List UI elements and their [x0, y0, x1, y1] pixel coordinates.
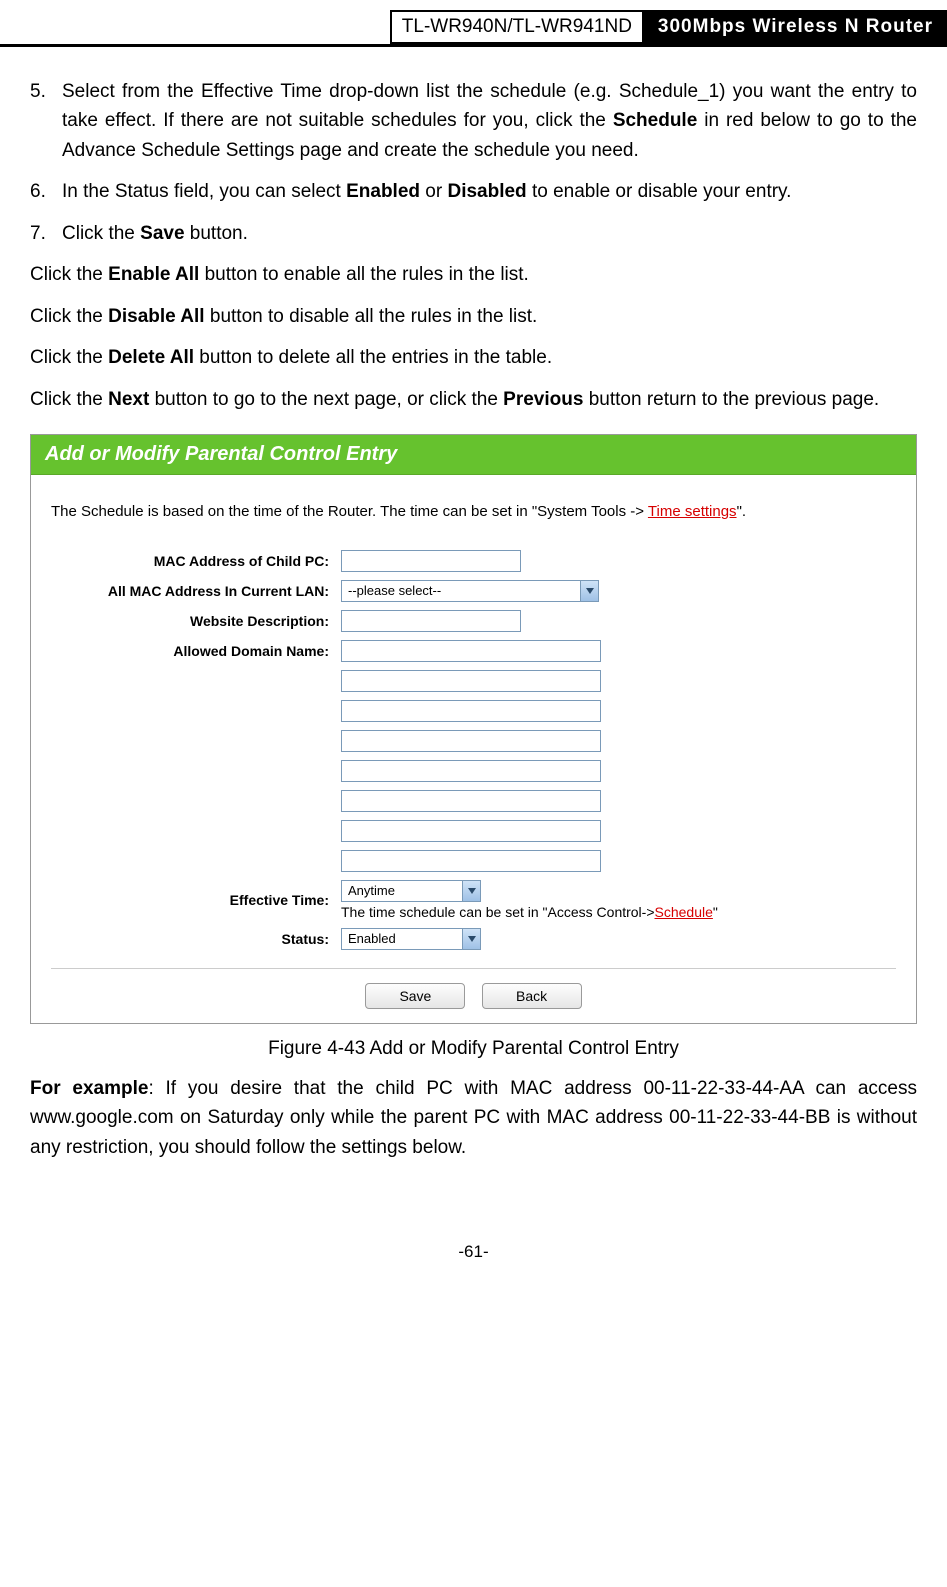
row-web-desc: Website Description: — [51, 610, 896, 632]
para-disable-all: Click the Disable All button to disable … — [30, 302, 917, 331]
bold: Save — [140, 223, 184, 244]
text: : If you desire that the child PC with M… — [30, 1078, 917, 1158]
input-allowed-8[interactable] — [341, 850, 601, 872]
row-allowed-7 — [51, 820, 896, 842]
figure-inner: The Schedule is based on the time of the… — [31, 475, 916, 1023]
text: button to delete all the entries in the … — [194, 347, 552, 368]
row-allowed-4 — [51, 730, 896, 752]
text: " — [713, 904, 718, 920]
title-box: 300Mbps Wireless N Router — [644, 10, 947, 44]
text: Click the — [30, 264, 108, 285]
text: Click the — [30, 389, 108, 410]
example-para: For example: If you desire that the chil… — [30, 1074, 917, 1162]
text: ". — [737, 503, 747, 520]
label-status: Status: — [51, 931, 341, 947]
bold: For example — [30, 1078, 148, 1099]
row-allowed-5 — [51, 760, 896, 782]
input-mac-child[interactable] — [341, 550, 521, 572]
text: The time schedule can be set in "Access … — [341, 904, 655, 920]
effective-time-hint: The time schedule can be set in "Access … — [341, 904, 718, 920]
step-body: Select from the Effective Time drop-down… — [62, 77, 917, 165]
bold: Disabled — [447, 181, 526, 202]
figure-screenshot: Add or Modify Parental Control Entry The… — [30, 434, 917, 1024]
text: The Schedule is based on the time of the… — [51, 503, 648, 520]
label-web-desc: Website Description: — [51, 613, 341, 629]
label-allowed: Allowed Domain Name: — [51, 643, 341, 659]
step-number: 7. — [30, 219, 62, 248]
bold: Next — [108, 389, 149, 410]
row-all-mac: All MAC Address In Current LAN: --please… — [51, 580, 896, 602]
input-web-desc[interactable] — [341, 610, 521, 632]
figure-caption: Figure 4-43 Add or Modify Parental Contr… — [0, 1038, 947, 1060]
chevron-down-icon — [462, 881, 480, 901]
page-number: -61- — [0, 1242, 947, 1282]
bold: Enable All — [108, 264, 199, 285]
model-box: TL-WR940N/TL-WR941ND — [390, 10, 644, 44]
label-eff-time: Effective Time: — [51, 892, 341, 908]
text: button to go to the next page, or click … — [149, 389, 503, 410]
select-text: Anytime — [342, 883, 462, 898]
row-status: Status: Enabled — [51, 928, 896, 950]
chevron-down-icon — [580, 581, 598, 601]
schedule-link[interactable]: Schedule — [655, 904, 713, 920]
para-next-prev: Click the Next button to go to the next … — [30, 385, 917, 414]
text: or — [420, 181, 447, 202]
step-6: 6. In the Status field, you can select E… — [30, 177, 917, 206]
input-allowed-5[interactable] — [341, 760, 601, 782]
para-delete-all: Click the Delete All button to delete al… — [30, 343, 917, 372]
input-allowed-6[interactable] — [341, 790, 601, 812]
row-allowed-8 — [51, 850, 896, 872]
text: button to enable all the rules in the li… — [199, 264, 529, 285]
row-allowed-2 — [51, 670, 896, 692]
select-text: --please select-- — [342, 583, 580, 598]
chevron-down-icon — [462, 929, 480, 949]
para-enable-all: Click the Enable All button to enable al… — [30, 260, 917, 289]
text: Click the — [30, 347, 108, 368]
select-status[interactable]: Enabled — [341, 928, 481, 950]
step-5: 5. Select from the Effective Time drop-d… — [30, 77, 917, 165]
row-allowed-1: Allowed Domain Name: — [51, 640, 896, 662]
example-section: For example: If you desire that the chil… — [0, 1074, 947, 1162]
bold: Enabled — [346, 181, 420, 202]
select-effective-time[interactable]: Anytime — [341, 880, 481, 902]
input-allowed-4[interactable] — [341, 730, 601, 752]
bold: Delete All — [108, 347, 194, 368]
step-body: Click the Save button. — [62, 219, 917, 248]
save-button[interactable]: Save — [365, 983, 465, 1009]
bold: Schedule — [613, 110, 697, 131]
figure-title-bar: Add or Modify Parental Control Entry — [31, 435, 916, 475]
step-7: 7. Click the Save button. — [30, 219, 917, 248]
button-row: Save Back — [51, 968, 896, 1023]
header-spacer — [0, 10, 390, 44]
step-number: 6. — [30, 177, 62, 206]
bold: Disable All — [108, 306, 204, 327]
back-button[interactable]: Back — [482, 983, 582, 1009]
row-effective-time: Effective Time: Anytime The time schedul… — [51, 880, 896, 920]
row-mac-child: MAC Address of Child PC: — [51, 550, 896, 572]
step-body: In the Status field, you can select Enab… — [62, 177, 917, 206]
text: Click the — [62, 223, 140, 244]
text: to enable or disable your entry. — [527, 181, 792, 202]
input-allowed-7[interactable] — [341, 820, 601, 842]
text: button. — [185, 223, 248, 244]
row-allowed-3 — [51, 700, 896, 722]
input-allowed-3[interactable] — [341, 700, 601, 722]
label-all-mac: All MAC Address In Current LAN: — [51, 583, 341, 599]
input-allowed-2[interactable] — [341, 670, 601, 692]
figure-note: The Schedule is based on the time of the… — [51, 503, 896, 520]
step-number: 5. — [30, 77, 62, 165]
content: 5. Select from the Effective Time drop-d… — [0, 47, 947, 414]
label-mac-child: MAC Address of Child PC: — [51, 553, 341, 569]
text: In the Status field, you can select — [62, 181, 346, 202]
select-text: Enabled — [342, 931, 462, 946]
time-settings-link[interactable]: Time settings — [648, 503, 737, 520]
select-all-mac[interactable]: --please select-- — [341, 580, 599, 602]
bold: Previous — [503, 389, 583, 410]
input-allowed-1[interactable] — [341, 640, 601, 662]
text: Click the — [30, 306, 108, 327]
text: button to disable all the rules in the l… — [205, 306, 538, 327]
page-header: TL-WR940N/TL-WR941ND 300Mbps Wireless N … — [0, 10, 947, 47]
row-allowed-6 — [51, 790, 896, 812]
text: button return to the previous page. — [583, 389, 879, 410]
